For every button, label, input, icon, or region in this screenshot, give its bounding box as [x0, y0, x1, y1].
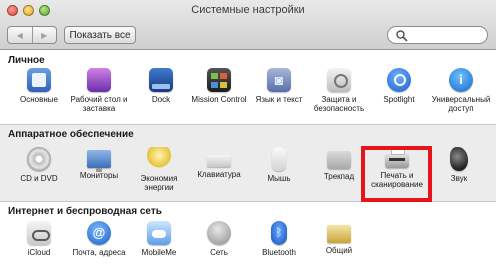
pref-icloud[interactable]: iCloud [8, 221, 70, 257]
show-all-button[interactable]: Показать все [64, 26, 136, 44]
mobileme-icon [147, 221, 171, 245]
pref-label: Почта, адреса [72, 248, 126, 257]
pref-label: Клавиатура [197, 170, 241, 179]
pref-label: Основные [20, 95, 58, 104]
pref-label: Экономия энергии [140, 174, 178, 192]
back-button[interactable]: ◀ [8, 27, 32, 43]
mouse-icon [272, 147, 286, 171]
pref-mobileme[interactable]: MobileMe [128, 221, 190, 257]
sound-icon [450, 147, 468, 171]
pref-label: MobileMe [141, 248, 177, 257]
pref-label: Мышь [267, 174, 291, 183]
pref-mission-control[interactable]: Mission Control [188, 68, 250, 104]
pref-desktop-screensaver[interactable]: Рабочий стол и заставка [68, 68, 130, 113]
pref-label: iCloud [27, 248, 51, 257]
pref-trackpad[interactable]: Трекпад [308, 147, 370, 181]
keyboard-icon [207, 155, 231, 167]
pref-keyboard[interactable]: Клавиатура [188, 147, 250, 179]
window-toolbar: Системные настройки ◀ ▶ Показать все [0, 0, 496, 50]
pref-label: Spotlight [383, 95, 415, 104]
cd-dvd-icon [27, 147, 51, 171]
icloud-icon [27, 221, 51, 245]
pref-label: Язык и текст [255, 95, 303, 104]
pref-language-text[interactable]: Язык и текст [248, 68, 310, 104]
window-title: Системные настройки [191, 4, 305, 16]
section-title-personal: Личное [8, 55, 45, 66]
pref-label: Универсальный доступ [431, 95, 491, 113]
section-title-hardware: Аппаратное обеспечение [8, 129, 134, 140]
mission-control-icon [207, 68, 231, 92]
section-personal: Личное Основные Рабочий стол и заставка … [0, 51, 496, 124]
pref-label: Мониторы [79, 171, 119, 180]
pref-label: Bluetooth [262, 248, 296, 257]
pref-network[interactable]: Сеть [188, 221, 250, 257]
print-scan-icon [385, 147, 409, 168]
section-internet: Интернет и беспроводная сеть iCloud Почт… [0, 202, 496, 264]
energy-saver-icon [147, 147, 171, 171]
mail-contacts-icon [87, 221, 111, 245]
pref-label: Печать и сканирование [371, 171, 423, 189]
pref-label: Общий [325, 246, 353, 255]
universal-access-icon [449, 68, 473, 92]
pref-label: Звук [450, 174, 468, 183]
pref-sharing[interactable]: Общий [308, 221, 370, 255]
dock-icon [149, 68, 173, 92]
pref-label: Dock [151, 95, 171, 104]
trackpad-icon [327, 151, 351, 169]
pref-label: Трекпад [323, 172, 355, 181]
pref-label: Mission Control [191, 95, 247, 104]
pref-mail-contacts[interactable]: Почта, адреса [68, 221, 130, 257]
pref-cd-dvd[interactable]: CD и DVD [8, 147, 70, 183]
pref-dock[interactable]: Dock [130, 68, 192, 104]
pref-displays[interactable]: Мониторы [68, 147, 130, 180]
section-hardware: Аппаратное обеспечение CD и DVD Мониторы… [0, 124, 496, 202]
pref-security[interactable]: Защита и безопасность [308, 68, 370, 113]
pref-print-scan[interactable]: Печать и сканирование [365, 147, 429, 189]
desktop-screensaver-icon [87, 68, 111, 92]
forward-button[interactable]: ▶ [31, 27, 57, 43]
bluetooth-icon [271, 221, 287, 245]
pref-bluetooth[interactable]: Bluetooth [248, 221, 310, 257]
pref-spotlight[interactable]: Spotlight [368, 68, 430, 104]
search-field[interactable] [387, 26, 488, 44]
displays-icon [87, 150, 111, 172]
pref-universal-access[interactable]: Универсальный доступ [428, 68, 494, 113]
network-icon [207, 221, 231, 245]
sharing-icon [327, 225, 351, 243]
pref-label: Рабочий стол и заставка [70, 95, 128, 113]
pref-mouse[interactable]: Мышь [248, 147, 310, 183]
search-icon [396, 30, 408, 42]
pref-energy-saver[interactable]: Экономия энергии [128, 147, 190, 192]
section-title-internet: Интернет и беспроводная сеть [8, 206, 162, 217]
pref-label: Защита и безопасность [313, 95, 365, 113]
back-forward-control: ◀ ▶ [7, 26, 57, 44]
pref-label: Сеть [210, 248, 228, 257]
security-icon [327, 68, 351, 92]
pref-label: CD и DVD [20, 174, 58, 183]
spotlight-icon [387, 68, 411, 92]
language-text-icon [267, 68, 291, 92]
general-icon [27, 68, 51, 92]
pref-sound[interactable]: Звук [428, 147, 490, 183]
pref-general[interactable]: Основные [8, 68, 70, 104]
